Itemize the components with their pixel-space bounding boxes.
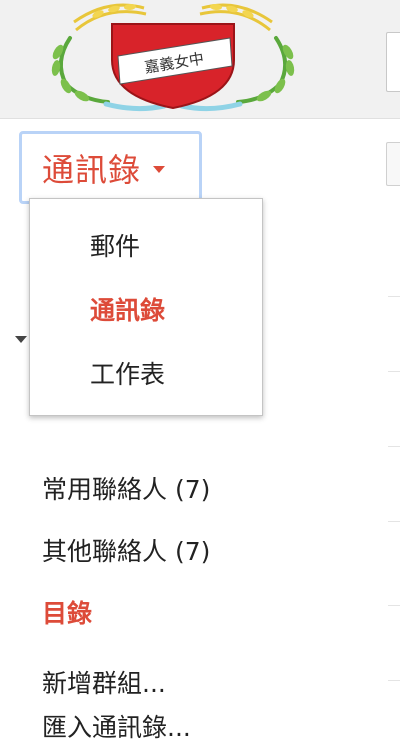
nav-import-contacts[interactable]: 匯入通訊錄... (42, 708, 191, 744)
header-bar: 嘉義女中 (0, 0, 400, 119)
dropdown-caret-icon (153, 166, 166, 173)
menu-item-tasks[interactable]: 工作表 (30, 345, 262, 401)
app-menu-dropdown: 郵件 通訊錄 工作表 (29, 198, 263, 416)
list-divider (388, 371, 400, 372)
list-divider (388, 296, 400, 297)
menu-item-mail[interactable]: 郵件 (30, 217, 262, 273)
app-switcher-button[interactable]: 通訊錄 (19, 131, 202, 204)
menu-item-label: 工作表 (90, 360, 166, 389)
school-logo: 嘉義女中 (51, 3, 295, 112)
app-switcher-label: 通訊錄 (42, 150, 142, 189)
toolbar-button-edge[interactable] (386, 142, 400, 186)
menu-item-contacts[interactable]: 通訊錄 (30, 281, 262, 337)
menu-item-label: 郵件 (90, 232, 141, 261)
list-divider (388, 521, 400, 522)
nav-other-contacts[interactable]: 其他聯絡人 (7) (42, 532, 210, 568)
list-divider (388, 680, 400, 681)
list-divider (388, 605, 400, 606)
list-divider (388, 446, 400, 447)
collapse-caret-icon[interactable] (15, 336, 27, 343)
nav-new-group[interactable]: 新增群組... (42, 664, 166, 700)
contacts-page: 嘉義女中 通訊錄 郵件 通訊錄 工作表 常用聯絡人 (7) 其他聯絡人 (7) … (0, 0, 400, 756)
search-input-edge[interactable] (386, 32, 400, 92)
nav-directory-heading: 目錄 (42, 599, 93, 628)
menu-item-label: 通訊錄 (90, 296, 166, 325)
nav-starred-contacts[interactable]: 常用聯絡人 (7) (42, 470, 210, 506)
